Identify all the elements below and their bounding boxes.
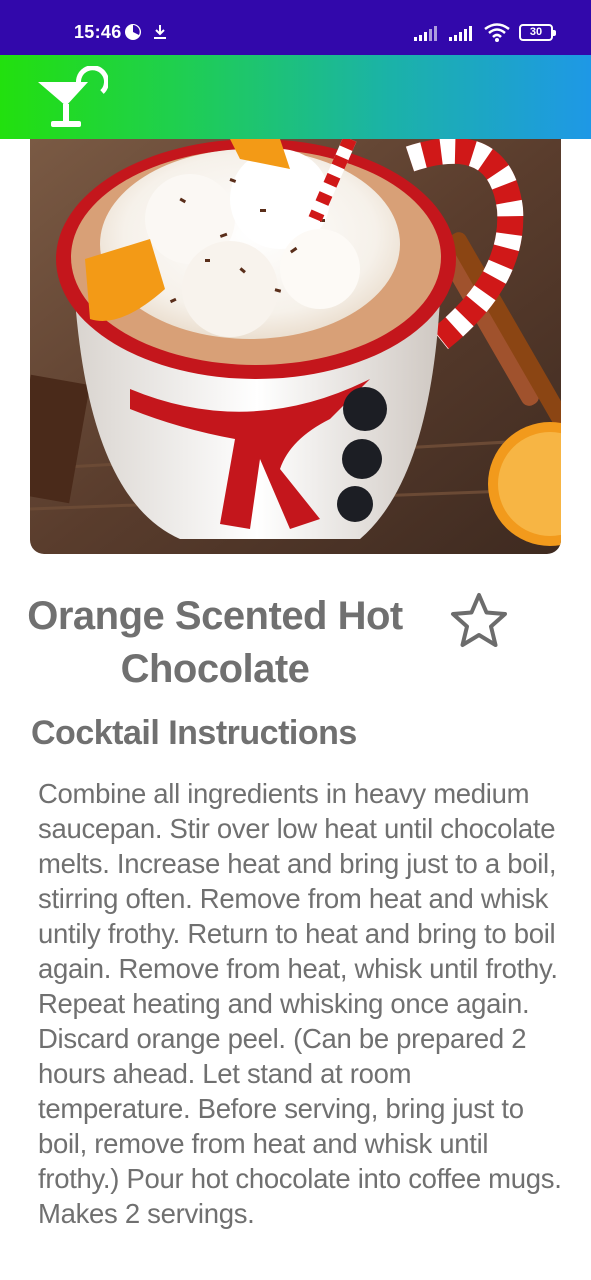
signal-icon bbox=[414, 25, 437, 41]
status-time: 15:46 bbox=[74, 22, 122, 42]
star-outline-icon[interactable] bbox=[449, 591, 509, 649]
alarm-icon bbox=[125, 24, 141, 40]
wifi-icon bbox=[484, 23, 510, 42]
instructions-text: Combine all ingredients in heavy medium … bbox=[38, 778, 562, 1229]
signal-icon bbox=[449, 25, 472, 41]
drink-title-container: Orange Scented Hot Chocolate bbox=[20, 590, 410, 696]
status-left-icons bbox=[124, 23, 168, 41]
download-icon bbox=[154, 25, 166, 39]
drink-title: Orange Scented Hot Chocolate bbox=[27, 594, 403, 691]
status-bar: 15:46 30 bbox=[0, 0, 591, 55]
battery-icon: 30 bbox=[519, 24, 556, 41]
status-right-icons: 30 bbox=[414, 23, 556, 42]
drink-image bbox=[30, 139, 561, 554]
cocktail-glass-icon[interactable] bbox=[36, 66, 108, 130]
instructions-heading: Cocktail Instructions bbox=[31, 714, 357, 752]
